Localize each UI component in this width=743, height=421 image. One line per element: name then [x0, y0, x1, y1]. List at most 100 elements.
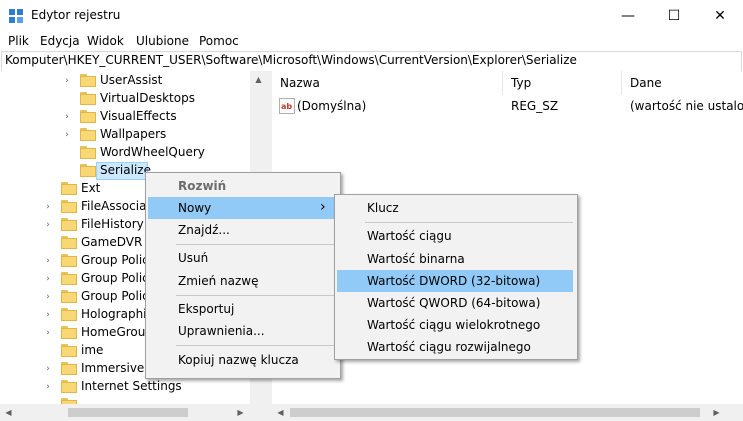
- folder-icon: [80, 146, 96, 159]
- menu-help[interactable]: Pomoc: [199, 34, 239, 48]
- tree-item-userassist[interactable]: UserAssist: [100, 73, 162, 91]
- scroll-up-icon[interactable]: ▲: [250, 71, 267, 88]
- expand-chevron-icon[interactable]: ›: [43, 310, 53, 320]
- tree-item-holographic[interactable]: Holographi: [81, 307, 147, 325]
- scroll-thumb[interactable]: [290, 408, 700, 417]
- scroll-right-icon[interactable]: ▶: [232, 404, 249, 421]
- scroll-right-icon[interactable]: ▶: [708, 404, 725, 421]
- submenu-item-expandable-string-value[interactable]: Wartość ciągu rozwijalnego: [367, 336, 531, 358]
- column-header-data[interactable]: Dane: [622, 71, 743, 95]
- folder-icon: [80, 74, 96, 87]
- string-value-icon: ab: [279, 98, 295, 114]
- expand-chevron-icon[interactable]: ›: [43, 220, 53, 230]
- tree-item-group-policy-3[interactable]: Group Polic: [81, 289, 149, 307]
- tree-item-group-policy-1[interactable]: Group Polic: [81, 253, 149, 271]
- maximize-button[interactable]: ☐: [651, 0, 697, 31]
- window-title: Edytor rejestru: [31, 8, 121, 22]
- value-name[interactable]: (Domyślna): [297, 99, 366, 113]
- registry-editor-icon: [9, 9, 23, 23]
- menu-item-copy-key-name[interactable]: Kopiuj nazwę klucza: [178, 349, 299, 371]
- folder-icon: [61, 326, 77, 339]
- folder-icon: [61, 380, 77, 393]
- folder-icon: [61, 218, 77, 231]
- expand-chevron-icon[interactable]: ›: [43, 364, 53, 374]
- folder-icon: [61, 362, 77, 375]
- menu-item-find[interactable]: Znajdź...: [178, 219, 230, 241]
- tree-item-immersiveshell[interactable]: ImmersiveS: [81, 361, 152, 379]
- tree-item-internet-settings[interactable]: Internet Settings: [81, 379, 182, 397]
- tree-item-filehistory[interactable]: FileHistory: [81, 217, 144, 235]
- folder-icon: [80, 92, 96, 105]
- tree-item-fileassociations[interactable]: FileAssociat: [81, 199, 151, 217]
- value-type: REG_SZ: [511, 99, 559, 113]
- menu-item-rename[interactable]: Zmień nazwę: [178, 270, 259, 292]
- value-data: (wartość nie ustalona): [630, 99, 743, 113]
- folder-icon: [80, 110, 96, 123]
- menu-item-expand[interactable]: Rozwiń: [178, 175, 226, 197]
- folder-icon: [61, 290, 77, 303]
- menu-item-delete[interactable]: Usuń: [178, 247, 208, 269]
- tree-item-ext[interactable]: Ext: [81, 181, 100, 199]
- values-horizontal-scrollbar[interactable]: ◀ ▶: [272, 404, 743, 421]
- tree-item-group-policy-2[interactable]: Group Polic: [81, 271, 149, 289]
- value-data-cell: (wartość nie ustalona): [630, 99, 743, 113]
- tree-item-virtualdesktops[interactable]: VirtualDesktops: [100, 91, 195, 109]
- minimize-icon: —: [621, 7, 635, 24]
- column-header-name[interactable]: Nazwa: [272, 71, 502, 95]
- menu-separator: [176, 345, 336, 346]
- svg-text:ab: ab: [281, 102, 292, 111]
- folder-icon: [80, 164, 96, 177]
- menu-view[interactable]: Widok: [87, 34, 124, 48]
- scroll-left-icon[interactable]: ◀: [0, 404, 17, 421]
- folder-icon: [61, 272, 77, 285]
- scrollbar-corner: [250, 404, 267, 421]
- expand-chevron-icon[interactable]: ›: [43, 382, 53, 392]
- column-header-type[interactable]: Typ: [503, 71, 621, 95]
- expand-chevron-icon[interactable]: ›: [62, 130, 72, 140]
- context-menu: Rozwiń Nowy › Znajdź... Usuń Zmień nazwę…: [145, 172, 341, 379]
- submenu-item-qword-value[interactable]: Wartość QWORD (64-bitowa): [367, 292, 540, 314]
- menu-file[interactable]: Plik: [8, 34, 29, 48]
- tree-horizontal-scrollbar[interactable]: ◀ ▶: [0, 404, 267, 421]
- menu-item-permissions[interactable]: Uprawnienia...: [178, 320, 265, 342]
- tree-item-ime[interactable]: ime: [81, 343, 103, 361]
- submenu-item-binary-value[interactable]: Wartość binarna: [367, 248, 465, 270]
- scroll-left-icon[interactable]: ◀: [272, 404, 289, 421]
- menu-edit[interactable]: Edycja: [40, 34, 80, 48]
- submenu-item-key[interactable]: Klucz: [367, 197, 399, 219]
- tree-item-wallpapers[interactable]: Wallpapers: [100, 127, 166, 145]
- menu-separator: [176, 244, 336, 245]
- menu-item-new[interactable]: Nowy: [178, 197, 211, 219]
- submenu-item-dword-value[interactable]: Wartość DWORD (32-bitowa): [367, 270, 540, 292]
- submenu-arrow-icon: ›: [320, 199, 326, 215]
- menu-favorites[interactable]: Ulubione: [136, 34, 189, 48]
- expand-chevron-icon[interactable]: ›: [62, 112, 72, 122]
- tree-item-visualeffects[interactable]: VisualEffects: [100, 109, 177, 127]
- folder-icon: [61, 344, 77, 357]
- tree-item-serialize[interactable]: Serialize: [100, 163, 151, 181]
- expand-chevron-icon[interactable]: ›: [62, 76, 72, 86]
- scroll-thumb[interactable]: [68, 408, 188, 417]
- folder-icon: [61, 254, 77, 267]
- minimize-button[interactable]: —: [605, 0, 651, 31]
- expand-chevron-icon[interactable]: ›: [43, 328, 53, 338]
- close-icon: ✕: [714, 7, 726, 24]
- expand-chevron-icon[interactable]: ›: [43, 274, 53, 284]
- submenu-item-multi-string-value[interactable]: Wartość ciągu wielokrotnego: [367, 314, 540, 336]
- expand-chevron-icon[interactable]: ›: [43, 256, 53, 266]
- folder-icon: [61, 308, 77, 321]
- expand-chevron-icon[interactable]: ›: [43, 202, 53, 212]
- menu-separator: [176, 295, 336, 296]
- tree-item-gamedvr[interactable]: GameDVR: [81, 235, 142, 253]
- tree-item-wordwheelquery[interactable]: WordWheelQuery: [100, 145, 205, 163]
- menu-item-export[interactable]: Eksportuj: [178, 298, 234, 320]
- folder-icon: [80, 128, 96, 141]
- address-path: Komputer\HKEY_CURRENT_USER\Software\Micr…: [5, 53, 577, 67]
- expand-chevron-icon[interactable]: ›: [43, 292, 53, 302]
- folder-icon: [61, 236, 77, 249]
- folder-icon: [61, 182, 77, 195]
- menu-item-new-highlight[interactable]: [148, 197, 336, 219]
- close-button[interactable]: ✕: [697, 0, 743, 31]
- tree-item-homegroup[interactable]: HomeGroup: [81, 325, 153, 343]
- submenu-item-string-value[interactable]: Wartość ciągu: [367, 225, 452, 247]
